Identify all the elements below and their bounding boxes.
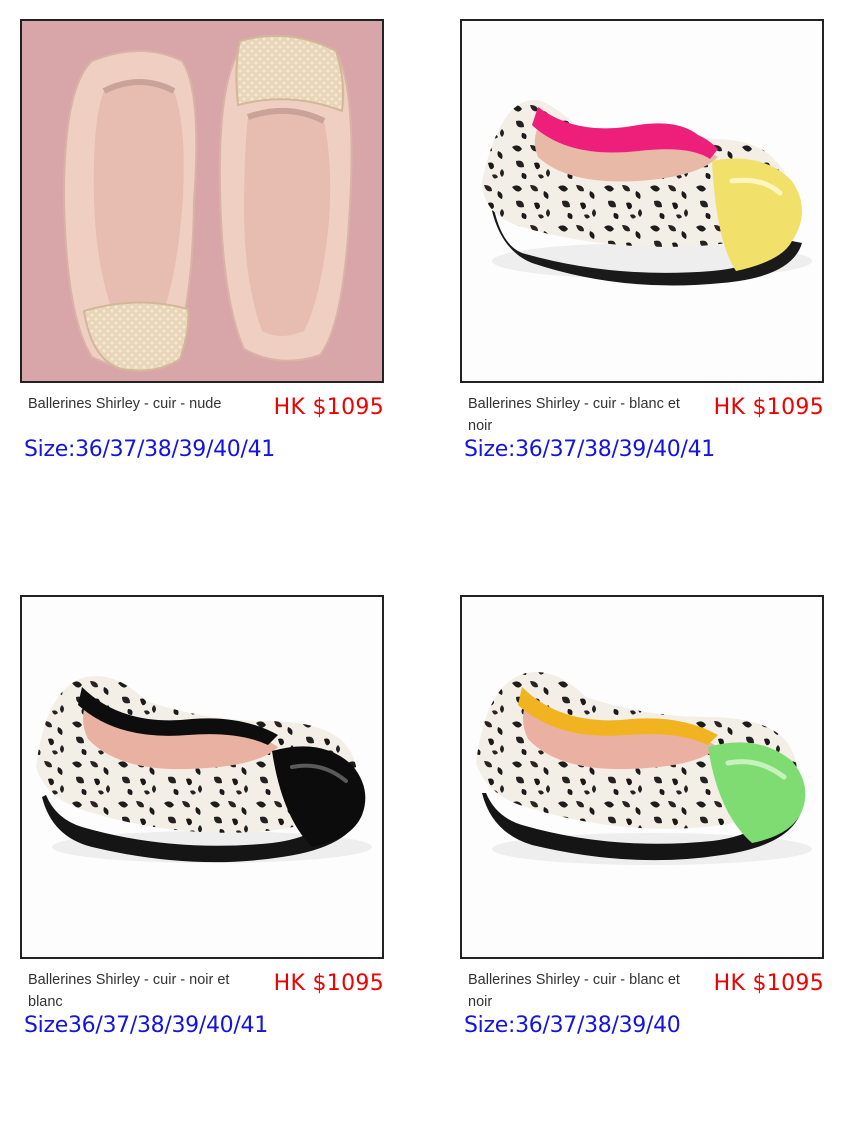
product-price: HK $1095 (273, 395, 384, 420)
product-card: Ballerines Shirley - cuir - nude HK $109… (20, 19, 384, 462)
product-card: Ballerines Shirley - cuir - blanc et noi… (460, 595, 824, 1038)
product-price: HK $1095 (713, 395, 824, 420)
product-sizes: Size36/37/38/39/40/41 (24, 1013, 268, 1038)
product-image-link[interactable] (20, 19, 384, 383)
leopard-flat-yellow-toe-image (462, 21, 822, 381)
pink-ballerina-flats-pair-image (22, 21, 382, 381)
product-name[interactable]: Ballerines Shirley - cuir - blanc et noi… (468, 393, 708, 437)
leopard-flat-black-toe-image (22, 597, 382, 957)
product-name[interactable]: Ballerines Shirley - cuir - nude (28, 393, 268, 415)
product-image-link[interactable] (460, 19, 824, 383)
product-price: HK $1095 (713, 971, 824, 996)
product-sizes: Size:36/37/38/39/40 (464, 1013, 681, 1038)
product-card: Ballerines Shirley - cuir - noir et blan… (20, 595, 384, 1038)
product-image-link[interactable] (460, 595, 824, 959)
product-name[interactable]: Ballerines Shirley - cuir - blanc et noi… (468, 969, 708, 1013)
leopard-flat-green-toe-image (462, 597, 822, 957)
product-price: HK $1095 (273, 971, 384, 996)
product-name[interactable]: Ballerines Shirley - cuir - noir et blan… (28, 969, 268, 1013)
product-image-link[interactable] (20, 595, 384, 959)
product-sizes: Size:36/37/38/39/40/41 (464, 437, 715, 462)
product-grid: Ballerines Shirley - cuir - nude HK $109… (0, 0, 842, 1139)
product-card: Ballerines Shirley - cuir - blanc et noi… (460, 19, 824, 462)
product-sizes: Size:36/37/38/39/40/41 (24, 437, 275, 462)
